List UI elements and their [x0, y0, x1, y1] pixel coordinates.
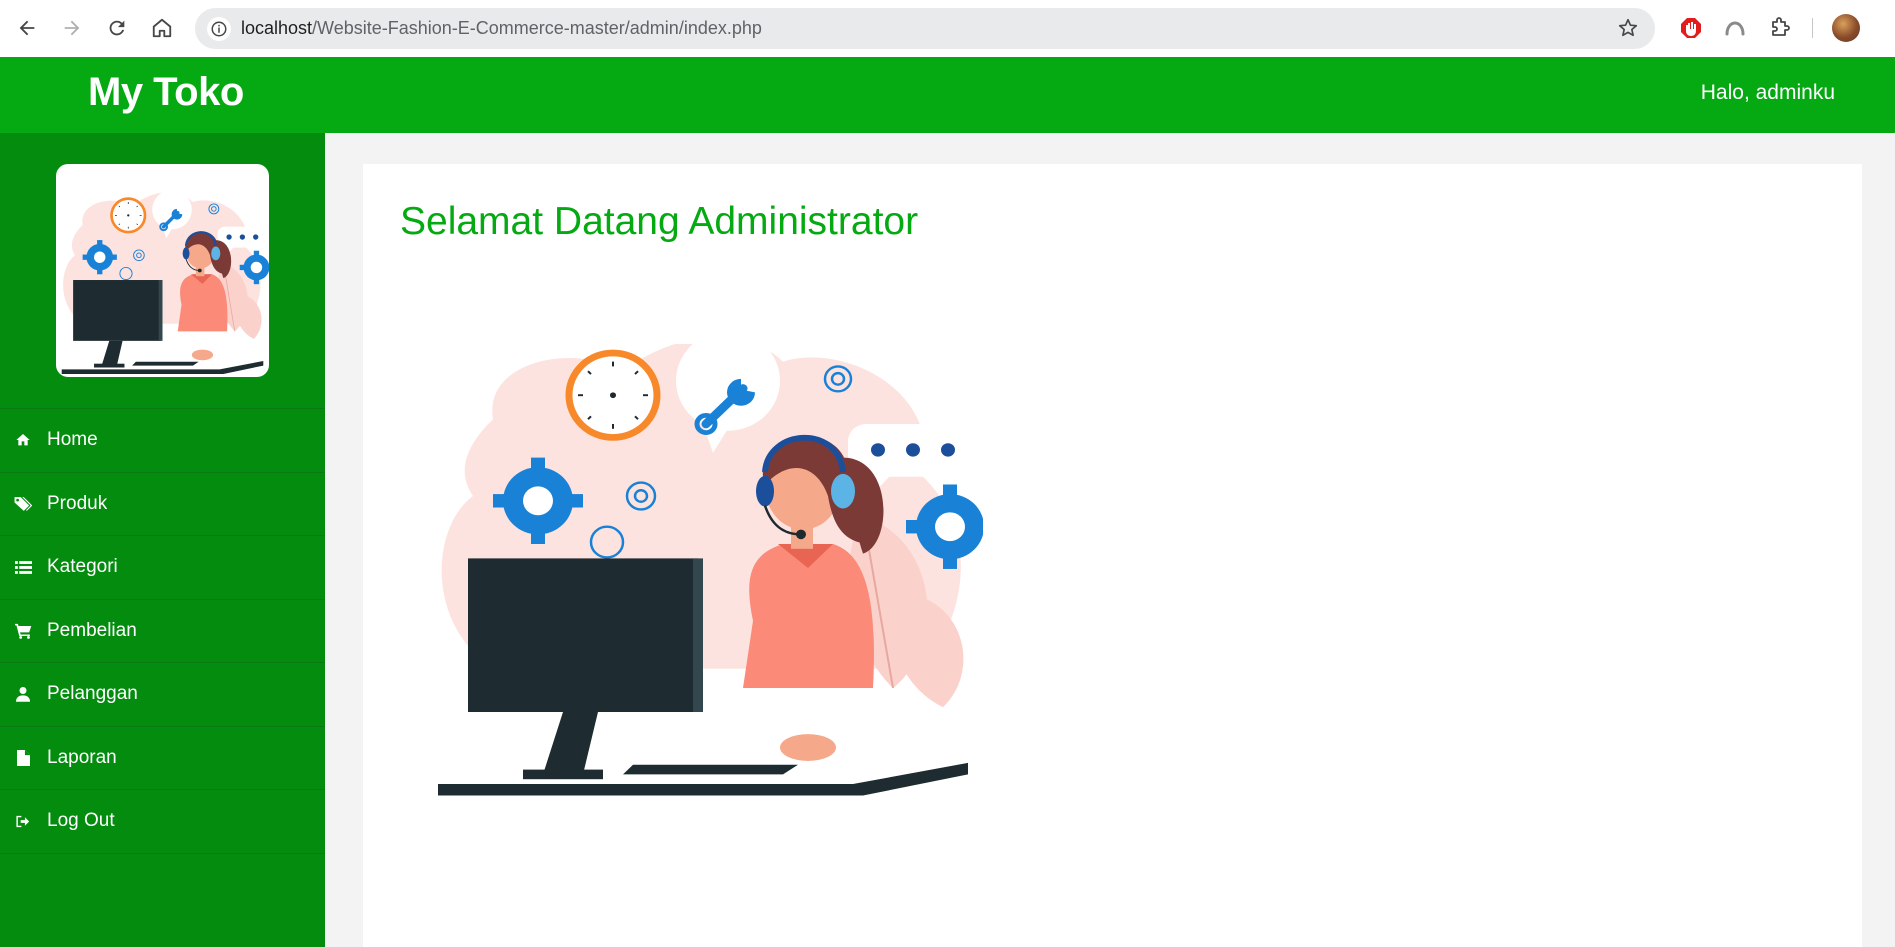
site-info-icon[interactable] — [207, 17, 231, 41]
sidebar-logo-image — [56, 164, 269, 377]
toolbar-divider — [1812, 18, 1813, 38]
url-host: localhost — [241, 18, 313, 38]
reload-button[interactable] — [102, 13, 132, 43]
bookmark-star-icon[interactable] — [1617, 17, 1639, 44]
brand-title[interactable]: My Toko — [88, 70, 244, 115]
sidebar-item-laporan[interactable]: Laporan — [0, 727, 325, 790]
profile-avatar[interactable] — [1832, 14, 1860, 42]
home-outline-icon — [152, 18, 172, 38]
page-title: Selamat Datang Administrator — [400, 200, 919, 243]
arrow-right-icon — [64, 20, 80, 36]
sidebar-item-label: Kategori — [47, 556, 118, 578]
list-icon — [13, 557, 33, 577]
extension-icon[interactable] — [1721, 14, 1749, 42]
home-page-button[interactable] — [147, 13, 177, 43]
sidebar: Home Produk Kategori Pembelian Pelanggan — [0, 133, 325, 947]
sidebar-item-label: Pelanggan — [47, 683, 138, 705]
sidebar-item-label: Pembelian — [47, 619, 137, 641]
tags-icon — [13, 494, 33, 514]
reload-icon — [109, 20, 125, 36]
app-header: My Toko Halo, adminku — [0, 57, 1895, 133]
file-icon — [13, 748, 33, 768]
user-greeting: Halo, adminku — [1700, 81, 1835, 104]
url-path: /Website-Fashion-E-Commerce-master/admin… — [312, 18, 762, 38]
sidebar-item-produk[interactable]: Produk — [0, 473, 325, 536]
sidebar-item-kategori[interactable]: Kategori — [0, 536, 325, 600]
sidebar-item-logout[interactable]: Log Out — [0, 790, 325, 854]
url-text: localhost/Website-Fashion-E-Commerce-mas… — [241, 18, 762, 39]
forward-button[interactable] — [57, 13, 87, 43]
adblock-extension-icon[interactable] — [1677, 14, 1705, 42]
puzzle-extensions-icon[interactable] — [1766, 14, 1794, 42]
sidebar-item-label: Log Out — [47, 810, 115, 832]
customer-support-illustration — [423, 344, 983, 824]
arrow-left-icon — [19, 20, 35, 36]
browser-toolbar: localhost/Website-Fashion-E-Commerce-mas… — [0, 0, 1895, 57]
sidebar-item-label: Produk — [47, 492, 108, 514]
sidebar-item-label: Home — [47, 429, 98, 451]
back-button[interactable] — [12, 13, 42, 43]
user-icon — [13, 684, 33, 704]
sidebar-item-home[interactable]: Home — [0, 409, 325, 473]
address-bar[interactable]: localhost/Website-Fashion-E-Commerce-mas… — [195, 8, 1655, 49]
sidebar-item-pembelian[interactable]: Pembelian — [0, 600, 325, 663]
home-icon — [13, 430, 33, 450]
sidebar-menu: Home Produk Kategori Pembelian Pelanggan — [0, 408, 325, 854]
main-content: Selamat Datang Administrator — [363, 164, 1862, 947]
logout-icon — [13, 811, 33, 831]
cart-icon — [13, 621, 33, 641]
sidebar-item-label: Laporan — [47, 746, 117, 768]
sidebar-item-pelanggan[interactable]: Pelanggan — [0, 663, 325, 727]
